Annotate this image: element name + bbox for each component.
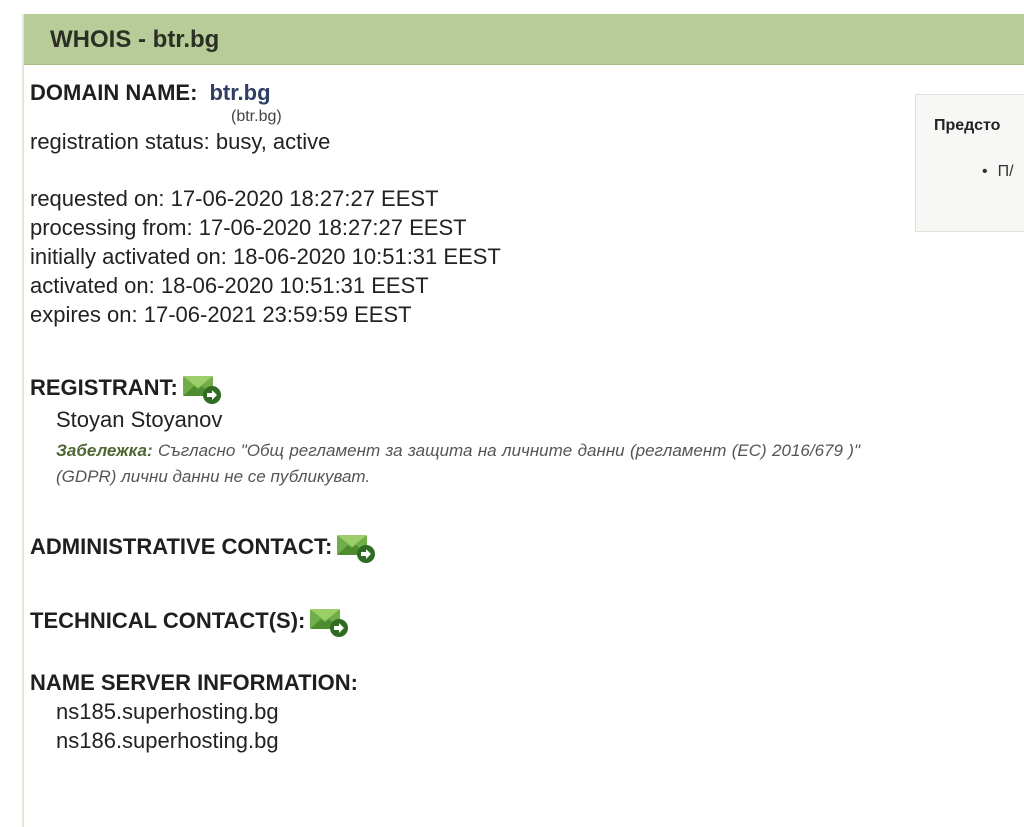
registrant-label: REGISTRANT: (30, 374, 178, 400)
date-initially-activated: initially activated on: 18-06-2020 10:51… (30, 244, 501, 269)
whois-content: DOMAIN NAME: btr.bg (btr.bg) registratio… (30, 78, 860, 755)
nameserver-item: ns186.superhosting.bg (56, 728, 279, 753)
side-box-title: Предсто (934, 117, 1001, 134)
dates-list: requested on: 17-06-2020 18:27:27 EEST p… (30, 184, 860, 329)
registration-status: registration status: busy, active (30, 129, 331, 154)
domain-name-label: DOMAIN NAME: (30, 80, 198, 105)
mail-forward-icon[interactable] (336, 532, 378, 564)
mail-forward-icon[interactable] (309, 606, 351, 638)
nameservers-label: NAME SERVER INFORMATION: (30, 670, 358, 695)
side-box-item[interactable]: • П/ (982, 163, 1014, 181)
registrant-name: Stoyan Stoyanov (56, 407, 223, 432)
mail-forward-icon[interactable] (182, 373, 224, 405)
tech-contact-label: TECHNICAL CONTACT(S): (30, 607, 306, 633)
date-requested: requested on: 17-06-2020 18:27:27 EEST (30, 186, 439, 211)
panel-header: WHOIS - btr.bg (24, 14, 1024, 65)
bullet-icon: • (982, 163, 988, 180)
registrant-heading: REGISTRANT: (30, 369, 860, 405)
date-expires: expires on: 17-06-2021 23:59:59 EEST (30, 302, 412, 327)
domain-name-sub: (btr.bg) (231, 108, 282, 125)
side-box: Предсто • П/ (915, 94, 1024, 232)
admin-contact-heading: ADMINISTRATIVE CONTACT: (30, 528, 860, 564)
tech-contact-heading: TECHNICAL CONTACT(S): (30, 602, 860, 638)
nameserver-item: ns185.superhosting.bg (56, 699, 279, 724)
domain-name-row: DOMAIN NAME: btr.bg (30, 78, 860, 107)
gdpr-note-label: Забележка: (56, 441, 153, 460)
domain-name-value: btr.bg (209, 80, 271, 105)
gdpr-note-text: Съгласно "Общ регламент за защита на лич… (56, 441, 860, 486)
panel-title: WHOIS - btr.bg (50, 26, 220, 53)
admin-contact-label: ADMINISTRATIVE CONTACT: (30, 533, 333, 559)
gdpr-note: Забележка: Съгласно "Общ регламент за за… (30, 438, 860, 490)
date-processing: processing from: 17-06-2020 18:27:27 EES… (30, 215, 467, 240)
date-activated: activated on: 18-06-2020 10:51:31 EEST (30, 273, 429, 298)
side-box-item-label: П/ (997, 163, 1014, 180)
